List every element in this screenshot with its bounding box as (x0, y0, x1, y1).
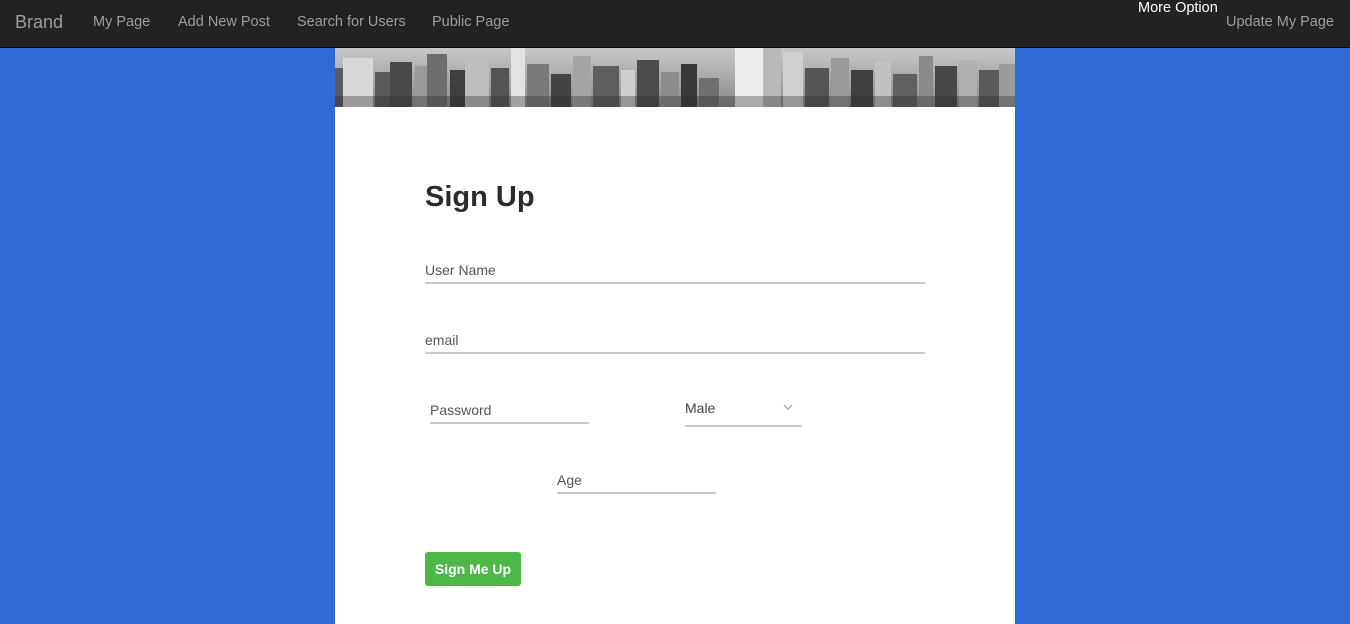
gender-select[interactable]: Male (685, 398, 802, 427)
brand-link[interactable]: Brand (15, 12, 63, 33)
nav-link-search-users[interactable]: Search for Users (297, 14, 406, 30)
nav-link-public-page[interactable]: Public Page (432, 14, 509, 30)
age-input[interactable] (557, 468, 716, 492)
nav-link-add-new-post[interactable]: Add New Post (178, 14, 270, 30)
page-title: Sign Up (425, 181, 535, 213)
chevron-down-icon (783, 404, 793, 410)
age-field (557, 468, 716, 494)
top-navbar: Brand My Page Add New Post Search for Us… (0, 0, 1350, 48)
password-input[interactable] (430, 398, 589, 422)
gender-select-value: Male (685, 400, 716, 416)
password-field (430, 398, 589, 424)
nav-link-update-my-page[interactable]: Update My Page (1226, 14, 1334, 30)
signup-card: Sign Up Male Sign Me Up (335, 48, 1015, 624)
email-field (425, 328, 925, 354)
username-field (425, 258, 925, 284)
more-option-dropdown[interactable]: More Option (1138, 0, 1218, 16)
username-input[interactable] (425, 258, 925, 282)
city-banner-image (335, 48, 1015, 107)
sign-me-up-button[interactable]: Sign Me Up (425, 552, 521, 586)
email-input[interactable] (425, 328, 925, 352)
nav-link-my-page[interactable]: My Page (93, 14, 150, 30)
